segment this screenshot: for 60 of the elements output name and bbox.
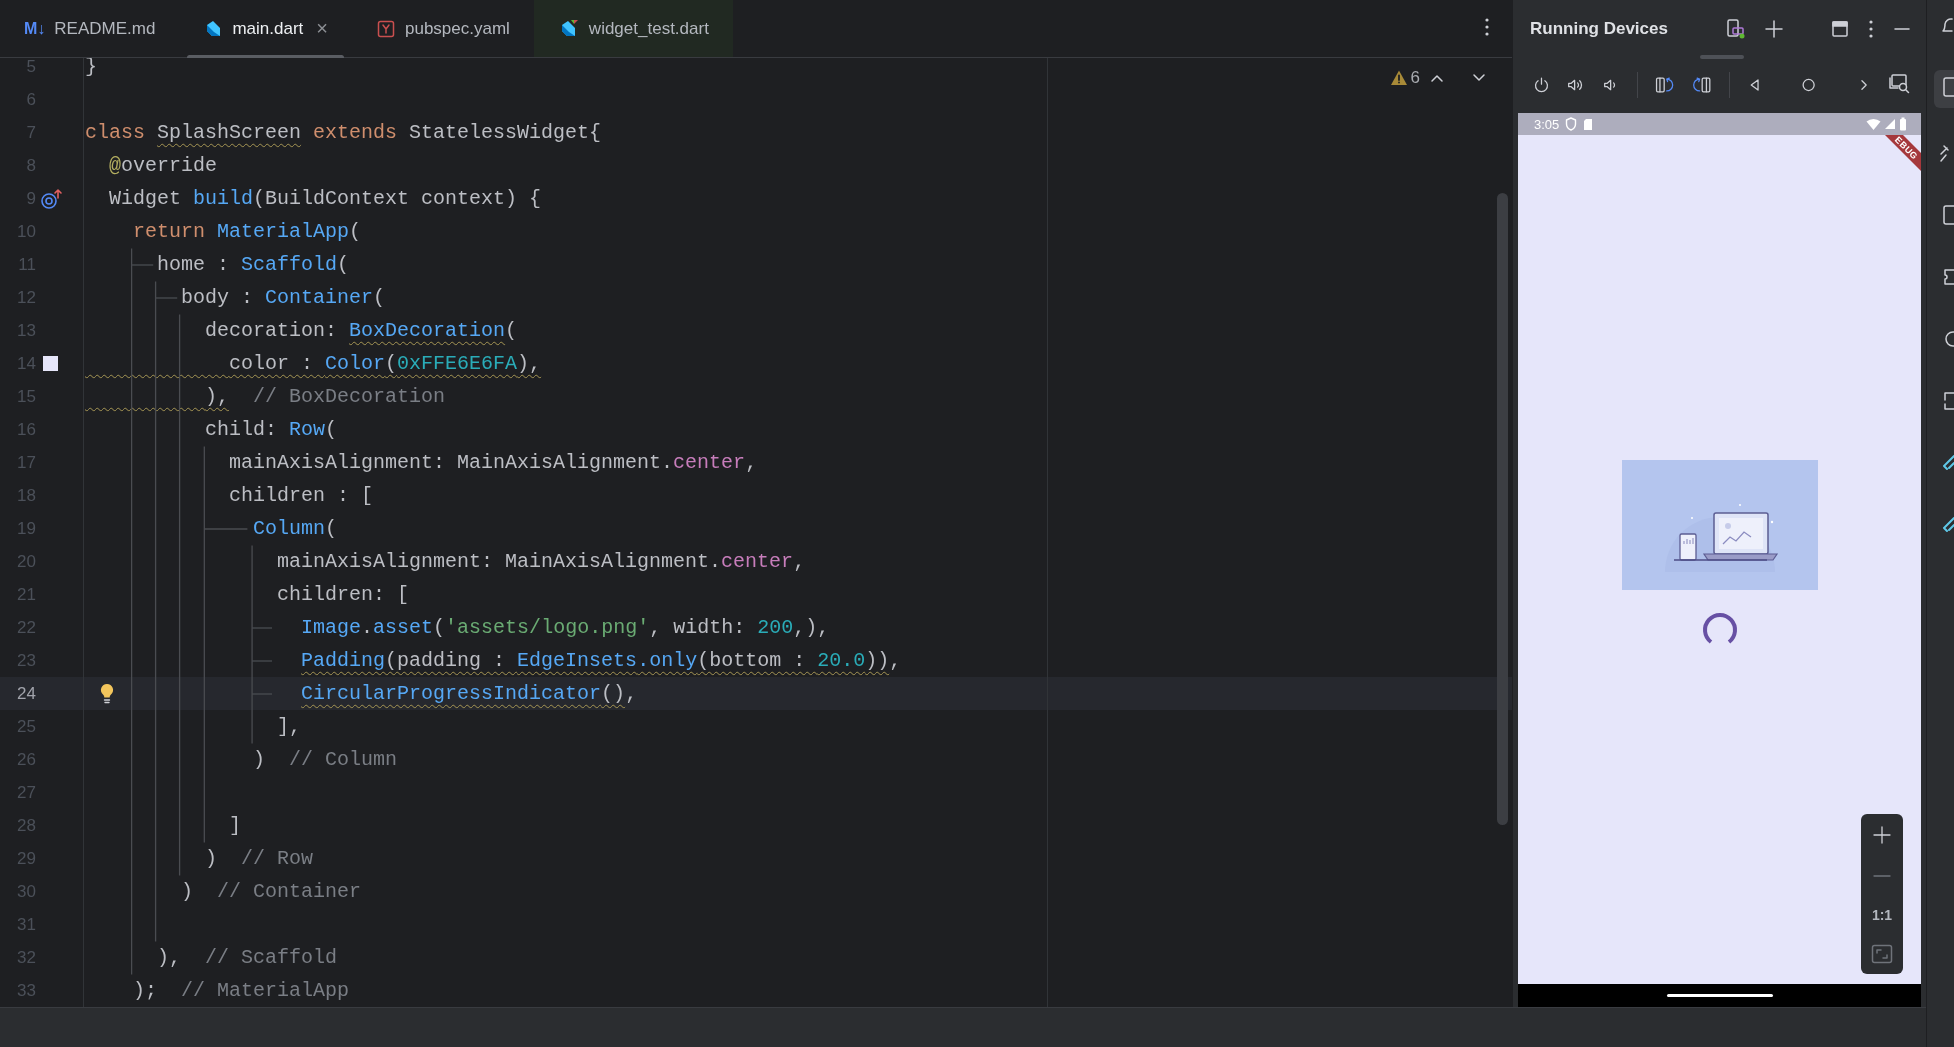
code-line: Widget build(BuildContext context) { bbox=[109, 186, 542, 211]
more-icon[interactable] bbox=[1868, 19, 1874, 39]
code-line: ) // Container bbox=[181, 879, 362, 904]
code-line: ), // Scaffold bbox=[157, 945, 338, 970]
code-line: Column( bbox=[253, 516, 338, 541]
code-line: home : Scaffold( bbox=[157, 252, 350, 277]
code-line: children : [ bbox=[229, 483, 374, 508]
phone-icon[interactable] bbox=[1940, 204, 1954, 226]
home-icon[interactable] bbox=[1801, 76, 1817, 94]
code-line: @override bbox=[109, 153, 218, 178]
line-number: 24 bbox=[16, 683, 36, 704]
code-line: return MaterialApp( bbox=[133, 219, 362, 244]
editor-tab[interactable]: M↓ README.md bbox=[0, 0, 180, 57]
battery-icon bbox=[1899, 117, 1907, 131]
status-time: 3:05 bbox=[1534, 116, 1560, 132]
fit-screen-icon[interactable] bbox=[1871, 943, 1893, 964]
editor-tab[interactable]: widget_test.dart bbox=[533, 0, 733, 57]
warning-count[interactable]: 6 bbox=[1410, 68, 1420, 88]
yaml-file-icon bbox=[375, 18, 396, 39]
color-swatch[interactable] bbox=[43, 356, 58, 371]
code-line: ) // Row bbox=[205, 846, 314, 871]
wifi-icon bbox=[1866, 117, 1881, 131]
code-line: ], bbox=[277, 714, 302, 739]
actual-size-button[interactable]: 1:1 bbox=[1871, 906, 1893, 923]
window-layout-icon[interactable] bbox=[1830, 19, 1850, 39]
code-line: children: [ bbox=[277, 582, 410, 607]
code-line: class SplashScreen extends StatelessWidget{ bbox=[85, 120, 602, 145]
close-tab-icon[interactable]: × bbox=[316, 17, 328, 40]
code-line: mainAxisAlignment: MainAxisAlignment.center, bbox=[277, 549, 806, 574]
code-line: Image.asset('assets/logo.png', width: 200,), bbox=[301, 615, 830, 640]
shield-icon bbox=[1565, 117, 1578, 131]
zoom-in-icon[interactable] bbox=[1872, 824, 1892, 845]
code-line: ] bbox=[229, 813, 242, 838]
code-line: decoration: BoxDecoration( bbox=[205, 318, 518, 343]
scrollbar[interactable] bbox=[1497, 193, 1508, 825]
code-line: ); // MaterialApp bbox=[133, 978, 350, 1003]
more-icon[interactable] bbox=[1484, 16, 1490, 37]
markdown-icon: M↓ bbox=[24, 19, 46, 38]
code-line: Padding(padding : EdgeInsets.only(bottom : 20.0)), bbox=[301, 648, 902, 673]
code-line: ) // Column bbox=[253, 747, 398, 772]
chevron-up-icon[interactable] bbox=[1430, 73, 1444, 83]
code-line: child: Row( bbox=[205, 417, 338, 442]
chevron-down-icon[interactable] bbox=[1472, 73, 1486, 83]
power-icon[interactable] bbox=[1533, 75, 1550, 95]
code-line: body : Container( bbox=[181, 285, 386, 310]
warning-icon[interactable] bbox=[1389, 69, 1408, 87]
panel-title: Running Devices bbox=[1530, 19, 1668, 39]
override-icon[interactable] bbox=[40, 187, 64, 210]
screenshot-icon[interactable] bbox=[1888, 72, 1910, 94]
sd-card-icon bbox=[1583, 117, 1594, 131]
editor-tab[interactable]: pubspec.yaml bbox=[351, 0, 534, 57]
code-line: ), // BoxDecoration bbox=[205, 384, 446, 409]
code-line: CircularProgressIndicator(), bbox=[301, 681, 638, 706]
lightbulb-icon[interactable] bbox=[99, 683, 115, 705]
add-icon[interactable] bbox=[1764, 19, 1784, 39]
device-icon[interactable] bbox=[1940, 76, 1954, 98]
code-line: mainAxisAlignment: MainAxisAlignment.center, bbox=[229, 450, 758, 475]
device-manager-icon[interactable] bbox=[1724, 18, 1746, 40]
code-line: color : Color(0xFFE6E6FA), bbox=[229, 351, 542, 376]
signal-icon bbox=[1884, 118, 1896, 130]
